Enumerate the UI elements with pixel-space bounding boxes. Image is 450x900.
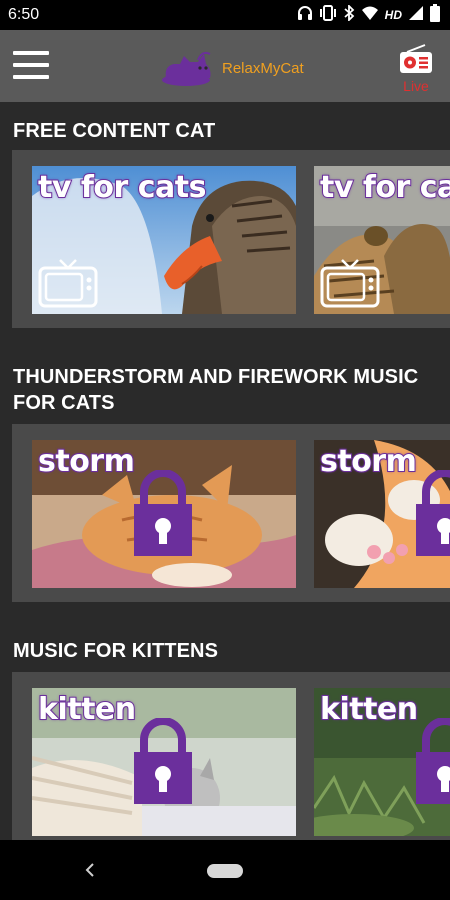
app-bar: RelaxMyCat Live xyxy=(0,30,450,102)
hamburger-icon[interactable] xyxy=(13,49,49,79)
lock-icon xyxy=(416,718,450,804)
card-caption: kitten xyxy=(319,691,419,728)
live-label: Live xyxy=(403,78,429,94)
card-caption: tv for cats xyxy=(37,169,207,206)
content-card[interactable]: tv for cats xyxy=(314,166,450,314)
content-card[interactable]: storm xyxy=(314,440,450,588)
card-caption: storm xyxy=(319,443,418,480)
back-icon[interactable] xyxy=(80,858,100,882)
lock-icon xyxy=(134,470,192,556)
lock-icon xyxy=(134,718,192,804)
cat-logo-icon xyxy=(162,51,211,86)
radio-icon xyxy=(400,44,432,73)
status-icons: HD xyxy=(297,3,440,27)
section-strip-kittens[interactable]: kitten kitten xyxy=(12,672,450,840)
section-title-thunderstorm: THUNDERSTORM AND FIREWORK MUSIC FOR CATS xyxy=(13,366,419,414)
section-strip-free-content[interactable]: tv for cats tv for cats xyxy=(12,150,450,328)
card-caption: tv for cats xyxy=(319,169,450,206)
section-title-kittens: MUSIC FOR KITTENS xyxy=(13,640,219,662)
live-radio-button[interactable]: Live xyxy=(396,42,436,96)
status-time: 6:50 xyxy=(8,6,40,23)
tv-icon xyxy=(320,259,380,308)
tv-icon xyxy=(38,259,98,308)
home-pill-button[interactable] xyxy=(207,864,243,878)
card-caption: storm xyxy=(37,443,136,480)
content-card[interactable]: kitten xyxy=(314,688,450,836)
content-card[interactable]: kitten xyxy=(32,688,296,836)
signal-icon xyxy=(408,5,424,26)
app-brand: RelaxMyCat xyxy=(222,59,304,77)
vibrate-icon xyxy=(319,4,337,26)
app-logo: RelaxMyCat xyxy=(160,46,304,90)
system-nav-bar xyxy=(0,840,450,900)
section-strip-thunderstorm[interactable]: storm storm xyxy=(12,424,450,602)
card-caption: kitten xyxy=(37,691,137,728)
content-card[interactable]: tv for cats xyxy=(32,166,296,314)
battery-icon xyxy=(430,3,440,27)
status-bar: 6:50 HD xyxy=(0,0,450,30)
section-title-free-content: FREE CONTENT CAT xyxy=(13,120,216,142)
headphones-icon xyxy=(297,5,313,26)
bluetooth-icon xyxy=(343,3,355,26)
content-card[interactable]: storm xyxy=(32,440,296,588)
lock-icon xyxy=(416,470,450,556)
content-list[interactable]: FREE CONTENT CAT tv for cats tv for ca T… xyxy=(0,102,450,840)
network-type: HD xyxy=(384,8,402,22)
wifi-icon xyxy=(361,5,379,26)
